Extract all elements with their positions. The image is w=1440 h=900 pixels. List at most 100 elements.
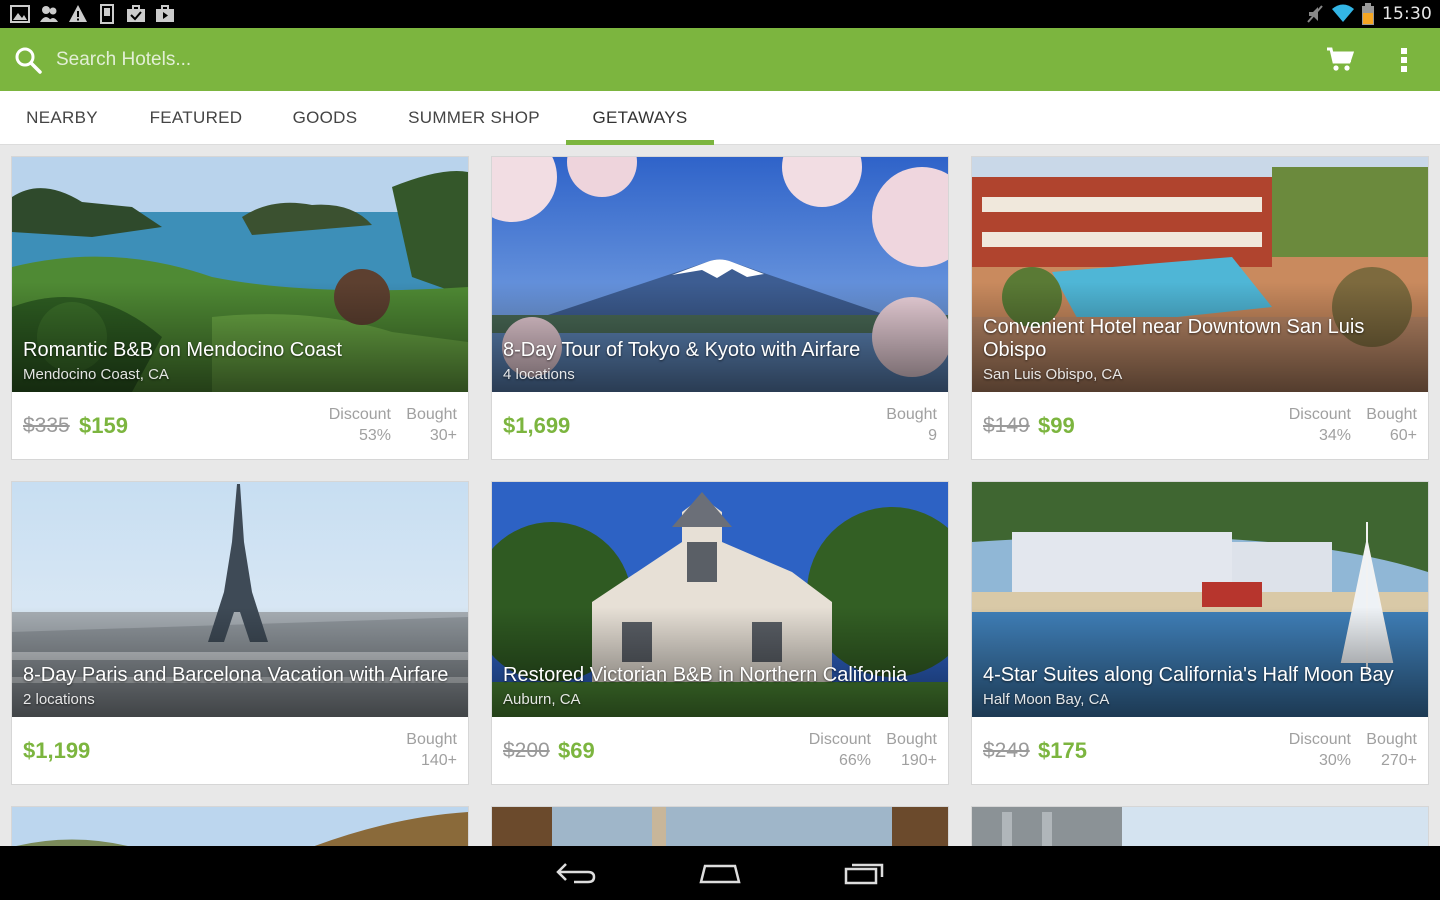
discount-stat: Discount 66% xyxy=(809,729,871,771)
original-price: $335 xyxy=(23,414,70,437)
deal-photo xyxy=(12,807,468,846)
status-bar: 15:30 xyxy=(0,0,1440,28)
deal-photo: Restored Victorian B&B in Northern Calif… xyxy=(492,482,948,717)
home-icon[interactable] xyxy=(698,860,742,886)
tab-nearby[interactable]: NEARBY xyxy=(0,91,124,145)
discount-value: 30% xyxy=(1318,752,1351,769)
bought-stat: Bought 140+ xyxy=(406,729,457,771)
original-price: $149 xyxy=(983,414,1030,437)
bought-value: 30+ xyxy=(429,427,457,444)
picture-icon xyxy=(10,5,30,23)
deal-photo: 8-Day Paris and Barcelona Vacation with … xyxy=(12,482,468,717)
bought-value: 270+ xyxy=(1380,752,1417,769)
discount-value: 53% xyxy=(358,427,391,444)
mute-icon xyxy=(1307,5,1323,23)
bought-stat: Bought 190+ xyxy=(886,729,937,771)
tab-getaways[interactable]: GETAWAYS xyxy=(566,91,714,145)
deal-card[interactable] xyxy=(11,806,469,846)
original-price: $200 xyxy=(503,739,550,762)
clock: 15:30 xyxy=(1382,4,1432,24)
sim-icon xyxy=(100,4,114,24)
deal-price: $69 xyxy=(558,738,595,763)
deal-price: $1,699 xyxy=(503,413,571,438)
discount-value: 34% xyxy=(1318,427,1351,444)
deal-card[interactable] xyxy=(491,806,949,846)
deal-info: $149 $99 Discount 34% Bought 60+ xyxy=(972,392,1428,459)
app-icon xyxy=(40,6,58,22)
original-price: $249 xyxy=(983,739,1030,762)
deal-card[interactable]: 8-Day Tour of Tokyo & Kyoto with Airfare… xyxy=(491,156,949,460)
discount-label: Discount xyxy=(1288,731,1351,748)
tab-featured[interactable]: FEATURED xyxy=(124,91,268,145)
tab-summer-shop[interactable]: SUMMER SHOP xyxy=(382,91,566,145)
deal-card[interactable]: 4-Star Suites along California's Half Mo… xyxy=(971,481,1429,785)
deal-price: $175 xyxy=(1038,738,1087,763)
deal-title: 4-Star Suites along California's Half Mo… xyxy=(983,664,1394,686)
navigation-bar xyxy=(0,846,1440,900)
deal-title: Romantic B&B on Mendocino Coast xyxy=(23,339,343,361)
cart-icon[interactable] xyxy=(1326,47,1354,73)
deal-title: 8-Day Tour of Tokyo & Kyoto with Airfare xyxy=(503,339,861,361)
deal-photo: Romantic B&B on Mendocino Coast Mendocin… xyxy=(12,157,468,392)
discount-label: Discount xyxy=(328,406,391,423)
bought-label: Bought xyxy=(406,406,457,423)
bought-label: Bought xyxy=(886,731,937,748)
bought-value: 140+ xyxy=(420,752,457,769)
deal-title: Convenient Hotel near Downtown San Luis … xyxy=(983,316,1365,361)
deal-location: 4 locations xyxy=(503,366,575,383)
deal-location: Half Moon Bay, CA xyxy=(983,691,1110,708)
active-tab-indicator xyxy=(566,140,714,145)
discount-label: Discount xyxy=(808,731,871,748)
deal-location: 2 locations xyxy=(23,691,95,708)
briefcase-check-icon xyxy=(127,5,145,22)
deal-photo: Convenient Hotel near Downtown San Luis … xyxy=(972,157,1428,392)
deal-location: San Luis Obispo, CA xyxy=(983,366,1123,383)
tab-getaways-label: GETAWAYS xyxy=(592,108,688,127)
deal-title: Restored Victorian B&B in Northern Calif… xyxy=(503,664,908,686)
deal-info: $335 $159 Discount 53% Bought 30+ xyxy=(12,392,468,459)
deal-card[interactable] xyxy=(971,806,1429,846)
bought-label: Bought xyxy=(886,406,937,423)
briefcase-play-icon xyxy=(156,5,174,22)
deal-card[interactable]: Restored Victorian B&B in Northern Calif… xyxy=(491,481,949,785)
discount-stat: Discount 30% xyxy=(1289,729,1351,771)
recent-apps-icon[interactable] xyxy=(842,860,886,886)
deal-card[interactable]: Romantic B&B on Mendocino Coast Mendocin… xyxy=(11,156,469,460)
deal-photo xyxy=(492,807,948,846)
deal-price: $99 xyxy=(1038,413,1075,438)
bought-value: 60+ xyxy=(1389,427,1417,444)
discount-stat: Discount 34% xyxy=(1289,404,1351,446)
deal-card[interactable]: 8-Day Paris and Barcelona Vacation with … xyxy=(11,481,469,785)
deal-location: Mendocino Coast, CA xyxy=(23,366,169,383)
deal-photo: 4-Star Suites along California's Half Mo… xyxy=(972,482,1428,717)
discount-value: 66% xyxy=(838,752,871,769)
action-bar xyxy=(0,28,1440,91)
notification-icons xyxy=(10,4,175,24)
tab-goods[interactable]: GOODS xyxy=(268,91,382,145)
bought-label: Bought xyxy=(406,731,457,748)
discount-label: Discount xyxy=(1288,406,1351,423)
deal-price: $159 xyxy=(79,413,128,438)
search-icon[interactable] xyxy=(14,46,42,74)
bought-value: 190+ xyxy=(900,752,937,769)
bought-stat: Bought 9 xyxy=(886,404,937,446)
warning-icon xyxy=(69,5,87,22)
deal-location: Auburn, CA xyxy=(503,691,581,708)
deal-card[interactable]: Convenient Hotel near Downtown San Luis … xyxy=(971,156,1429,460)
deal-price: $1,199 xyxy=(23,738,91,763)
search-input[interactable] xyxy=(56,47,756,73)
deal-title: 8-Day Paris and Barcelona Vacation with … xyxy=(23,664,449,686)
overflow-menu-icon[interactable] xyxy=(1394,45,1414,75)
wifi-icon xyxy=(1332,4,1354,22)
deal-info: $249 $175 Discount 30% Bought 270+ xyxy=(972,717,1428,784)
bought-stat: Bought 270+ xyxy=(1366,729,1417,771)
system-icons: 15:30 xyxy=(1306,3,1432,25)
deal-info: $1,199 Bought 140+ xyxy=(12,717,468,784)
bought-value: 9 xyxy=(928,427,937,444)
deal-info: $1,699 Bought 9 xyxy=(492,392,948,459)
deal-photo xyxy=(972,807,1428,846)
bought-label: Bought xyxy=(1366,731,1417,748)
back-icon[interactable] xyxy=(554,860,598,886)
bought-stat: Bought 60+ xyxy=(1366,404,1417,446)
deal-photo: 8-Day Tour of Tokyo & Kyoto with Airfare… xyxy=(492,157,948,392)
